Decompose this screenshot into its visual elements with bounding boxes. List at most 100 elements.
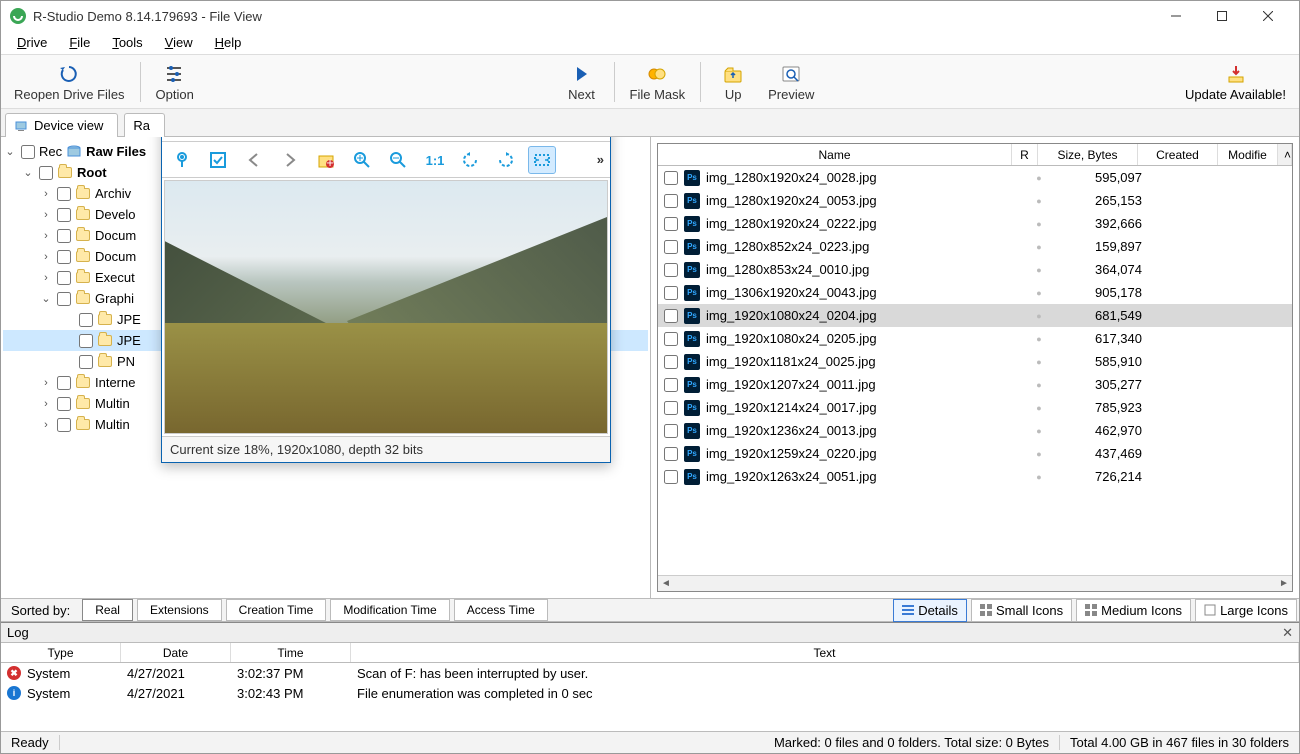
expand-toggle[interactable]: › [39, 272, 53, 284]
tree-item-label[interactable]: Docum [95, 228, 136, 243]
tree-checkbox[interactable] [57, 187, 71, 201]
file-row[interactable]: Psimg_1920x1181x24_0025.jpg●585,910 [658, 350, 1292, 373]
column-size[interactable]: Size, Bytes [1038, 144, 1138, 165]
expand-toggle[interactable]: › [39, 398, 53, 410]
viewer-rotate-left-icon[interactable] [456, 146, 484, 174]
view-details-button[interactable]: Details [893, 599, 967, 622]
tree-item-label[interactable]: JPE [117, 333, 141, 348]
file-checkbox[interactable] [664, 263, 678, 277]
update-available-button[interactable]: Update Available! [1178, 58, 1293, 106]
viewer-menu-help[interactable]: Help [332, 137, 379, 138]
file-checkbox[interactable] [664, 240, 678, 254]
file-row[interactable]: Psimg_1280x1920x24_0053.jpg●265,153 [658, 189, 1292, 212]
preview-button[interactable]: Preview [761, 58, 821, 106]
tree-item-label[interactable]: Graphi [95, 291, 134, 306]
log-col-time[interactable]: Time [231, 643, 351, 662]
log-col-type[interactable]: Type [1, 643, 121, 662]
file-checkbox[interactable] [664, 217, 678, 231]
viewer-zoom-in-icon[interactable] [348, 146, 376, 174]
option-button[interactable]: Option [149, 58, 201, 106]
viewer-pin-icon[interactable] [168, 146, 196, 174]
tree-checkbox[interactable] [57, 397, 71, 411]
file-checkbox[interactable] [664, 286, 678, 300]
tree-checkbox[interactable] [39, 166, 53, 180]
menu-help[interactable]: Help [205, 33, 252, 52]
file-checkbox[interactable] [664, 194, 678, 208]
viewer-menu-file[interactable]: File [168, 137, 209, 138]
expand-toggle[interactable]: › [39, 377, 53, 389]
column-name[interactable]: Name [658, 144, 1012, 165]
tree-checkbox[interactable] [57, 271, 71, 285]
file-checkbox[interactable] [664, 447, 678, 461]
tree-checkbox[interactable] [79, 355, 93, 369]
tab-ra[interactable]: Ra [124, 113, 165, 137]
menu-tools[interactable]: Tools [102, 33, 152, 52]
file-checkbox[interactable] [664, 424, 678, 438]
viewer-menu-actions[interactable]: Actions [213, 137, 276, 138]
tree-item-label[interactable]: JPE [117, 312, 141, 327]
horizontal-scrollbar[interactable]: ◄► [658, 575, 1292, 591]
expand-toggle[interactable]: › [39, 230, 53, 242]
expand-toggle[interactable]: › [39, 209, 53, 221]
tree-checkbox[interactable] [79, 313, 93, 327]
tree-item-label[interactable]: Multin [95, 417, 130, 432]
sort-real-button[interactable]: Real [82, 599, 133, 621]
tree-item-label[interactable]: Execut [95, 270, 135, 285]
file-list[interactable]: Psimg_1280x1920x24_0028.jpg●595,097Psimg… [658, 166, 1292, 575]
expand-toggle[interactable]: › [39, 419, 53, 431]
file-row[interactable]: Psimg_1280x853x24_0010.jpg●364,074 [658, 258, 1292, 281]
log-row[interactable]: ✖System4/27/20213:02:37 PMScan of F: has… [1, 663, 1299, 683]
viewer-prev-icon[interactable] [240, 146, 268, 174]
menu-file[interactable]: File [59, 33, 100, 52]
file-checkbox[interactable] [664, 355, 678, 369]
viewer-check-icon[interactable] [204, 146, 232, 174]
view-medium-icons-button[interactable]: Medium Icons [1076, 599, 1191, 622]
next-button[interactable]: Next [558, 58, 606, 106]
viewer-zoom-out-icon[interactable] [384, 146, 412, 174]
tree-checkbox[interactable] [57, 292, 71, 306]
menu-drive[interactable]: Drive [7, 33, 57, 52]
file-checkbox[interactable] [664, 401, 678, 415]
file-row[interactable]: Psimg_1920x1214x24_0017.jpg●785,923 [658, 396, 1292, 419]
file-row[interactable]: Psimg_1920x1207x24_0011.jpg●305,277 [658, 373, 1292, 396]
expand-toggle[interactable]: ⌄ [39, 292, 53, 305]
expand-toggle[interactable]: › [39, 188, 53, 200]
viewer-menu-view[interactable]: View [280, 137, 328, 138]
file-row[interactable]: Psimg_1920x1259x24_0220.jpg●437,469 [658, 442, 1292, 465]
file-row[interactable]: Psimg_1280x1920x24_0222.jpg●392,666 [658, 212, 1292, 235]
viewer-zoom-1to1-icon[interactable]: 1:1 [420, 146, 448, 174]
tree-item-label[interactable]: Docum [95, 249, 136, 264]
log-close-icon[interactable]: ✕ [1282, 625, 1293, 641]
file-row[interactable]: Psimg_1280x852x24_0223.jpg●159,897 [658, 235, 1292, 258]
log-row[interactable]: iSystem4/27/20213:02:43 PMFile enumerati… [1, 683, 1299, 703]
sort-creation-button[interactable]: Creation Time [226, 599, 327, 621]
file-checkbox[interactable] [664, 332, 678, 346]
tree-checkbox[interactable] [21, 145, 35, 159]
file-row[interactable]: Psimg_1920x1263x24_0051.jpg●726,214 [658, 465, 1292, 488]
window-minimize-button[interactable] [1153, 1, 1199, 31]
sort-extensions-button[interactable]: Extensions [137, 599, 222, 621]
tree-checkbox[interactable] [57, 376, 71, 390]
tree-item-label[interactable]: PN [117, 354, 135, 369]
column-created[interactable]: Created [1138, 144, 1218, 165]
viewer-rotate-right-icon[interactable] [492, 146, 520, 174]
file-row[interactable]: Psimg_1920x1080x24_0204.jpg●681,549 [658, 304, 1292, 327]
menu-view[interactable]: View [155, 33, 203, 52]
file-row[interactable]: Psimg_1306x1920x24_0043.jpg●905,178 [658, 281, 1292, 304]
window-close-button[interactable] [1245, 1, 1291, 31]
expand-toggle[interactable]: ⌄ [3, 145, 17, 158]
file-checkbox[interactable] [664, 171, 678, 185]
log-col-text[interactable]: Text [351, 643, 1299, 662]
column-modified[interactable]: Modifie [1218, 144, 1278, 165]
file-row[interactable]: Psimg_1920x1236x24_0013.jpg●462,970 [658, 419, 1292, 442]
file-mask-button[interactable]: File Mask [623, 58, 693, 106]
reopen-drive-files-button[interactable]: Reopen Drive Files [7, 58, 132, 106]
tab-device-view[interactable]: Device view [5, 113, 118, 137]
view-small-icons-button[interactable]: Small Icons [971, 599, 1072, 622]
tree-item-label[interactable]: Archiv [95, 186, 131, 201]
tree-checkbox[interactable] [57, 418, 71, 432]
expand-toggle[interactable]: › [39, 251, 53, 263]
file-checkbox[interactable] [664, 378, 678, 392]
tree-item-label[interactable]: Develo [95, 207, 135, 222]
viewer-window[interactable]: R-Viewer - Raw Files\Graphics, Pictu... … [161, 137, 611, 463]
